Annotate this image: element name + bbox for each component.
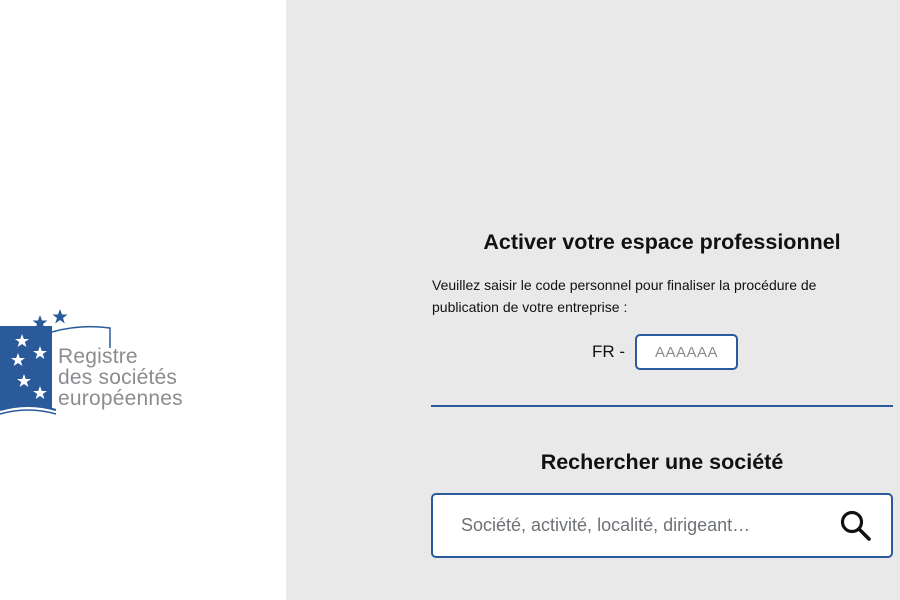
- personal-code-input[interactable]: [635, 334, 739, 370]
- logo-line-1: Registre: [58, 345, 138, 368]
- activate-title: Activer votre espace professionnel: [483, 230, 841, 254]
- search-icon: [840, 510, 871, 541]
- search-button[interactable]: [839, 509, 873, 543]
- logo-line-2: des sociétés: [58, 366, 178, 389]
- section-divider: [431, 405, 893, 407]
- code-prefix: FR -: [592, 342, 626, 361]
- search-box: [431, 493, 893, 558]
- search-title: Rechercher une société: [540, 450, 784, 474]
- company-search-input[interactable]: [461, 495, 821, 556]
- logo-wordmark: Registre des sociétés européennes: [58, 346, 183, 409]
- activate-instructions: Veuillez saisir le code personnel pour f…: [432, 277, 817, 315]
- right-panel: Activer votre espace professionnel Veuil…: [286, 0, 900, 600]
- code-row: FR -: [592, 334, 739, 370]
- registre-logo[interactable]: Registre des sociétés européennes: [0, 306, 210, 418]
- left-panel: Registre des sociétés européennes: [0, 0, 286, 600]
- logo-line-3: européennes: [58, 387, 183, 410]
- page: Registre des sociétés européennes Active…: [0, 0, 900, 600]
